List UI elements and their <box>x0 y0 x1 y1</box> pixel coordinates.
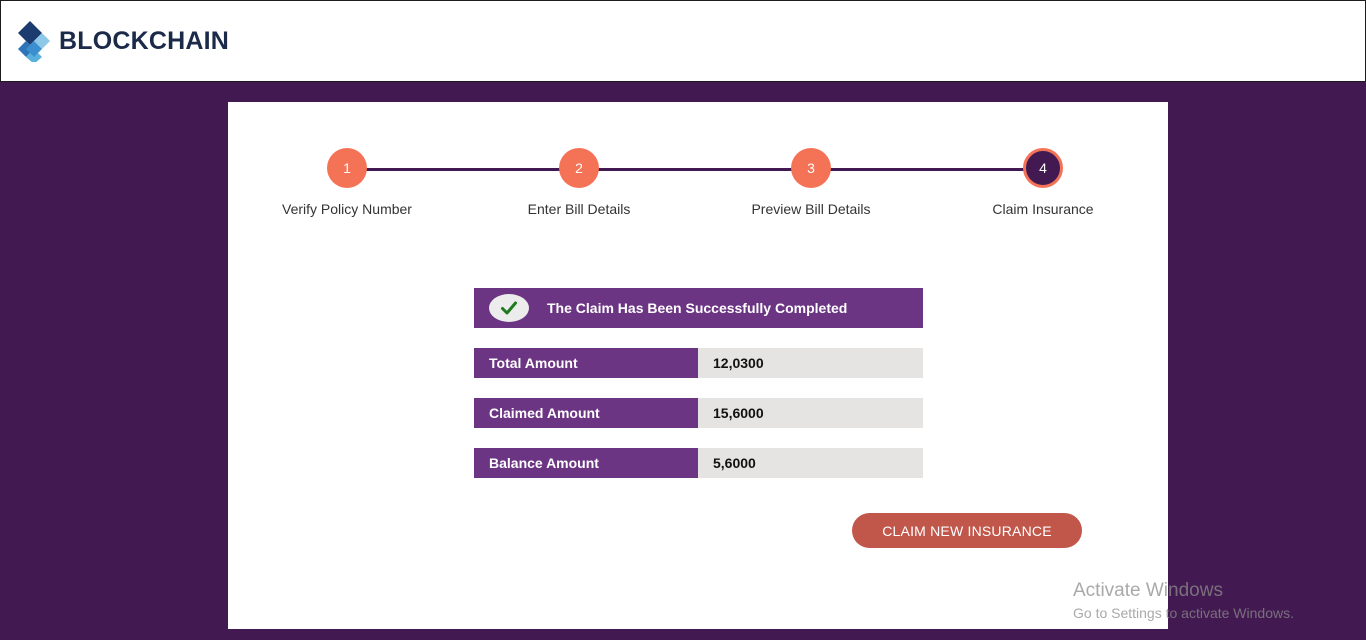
logo-text: BLOCKCHAIN <box>59 26 230 55</box>
balance-amount-label: Balance Amount <box>474 448 698 478</box>
step-preview-bill: 3 Preview Bill Details <box>721 148 901 217</box>
claimed-amount-label: Claimed Amount <box>474 398 698 428</box>
success-message: The Claim Has Been Successfully Complete… <box>547 300 848 316</box>
total-amount-label: Total Amount <box>474 348 698 378</box>
step-claim-insurance: 4 Claim Insurance <box>953 148 1133 217</box>
step-enter-bill: 2 Enter Bill Details <box>489 148 669 217</box>
success-banner: The Claim Has Been Successfully Complete… <box>474 288 923 328</box>
step-label: Enter Bill Details <box>527 201 631 217</box>
claimed-amount-row: Claimed Amount 15,6000 <box>474 398 923 428</box>
claimed-amount-value: 15,6000 <box>698 398 923 428</box>
step-label: Preview Bill Details <box>751 201 871 217</box>
step-verify-policy: 1 Verify Policy Number <box>257 148 437 217</box>
step-number-badge: 4 <box>1023 148 1063 188</box>
app-header: BLOCKCHAIN <box>0 0 1366 82</box>
step-number-badge: 2 <box>559 148 599 188</box>
step-number-badge: 3 <box>791 148 831 188</box>
blockchain-logo[interactable]: BLOCKCHAIN <box>16 20 230 64</box>
step-number-badge: 1 <box>327 148 367 188</box>
check-icon <box>489 294 529 322</box>
total-amount-value: 12,0300 <box>698 348 923 378</box>
total-amount-row: Total Amount 12,0300 <box>474 348 923 378</box>
balance-amount-value: 5,6000 <box>698 448 923 478</box>
stepper-line <box>347 168 1043 171</box>
blockchain-logo-icon <box>16 20 52 64</box>
balance-amount-row: Balance Amount 5,6000 <box>474 448 923 478</box>
claim-card: 1 Verify Policy Number 2 Enter Bill Deta… <box>228 102 1168 629</box>
step-label: Verify Policy Number <box>282 201 412 217</box>
step-label: Claim Insurance <box>992 201 1094 217</box>
claim-new-insurance-button[interactable]: CLAIM NEW INSURANCE <box>852 513 1082 548</box>
